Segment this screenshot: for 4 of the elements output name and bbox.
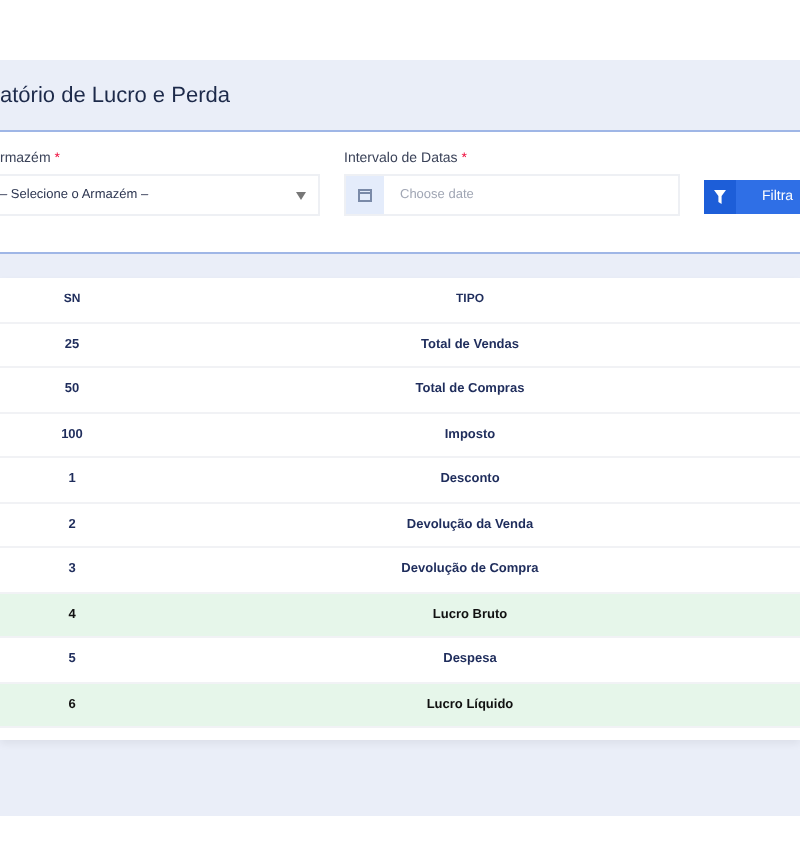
calendar-icon [358, 188, 372, 202]
filter-icon [714, 190, 726, 204]
caret-icon [296, 191, 306, 199]
page-title: atório de Lucro e Perda [0, 83, 230, 107]
